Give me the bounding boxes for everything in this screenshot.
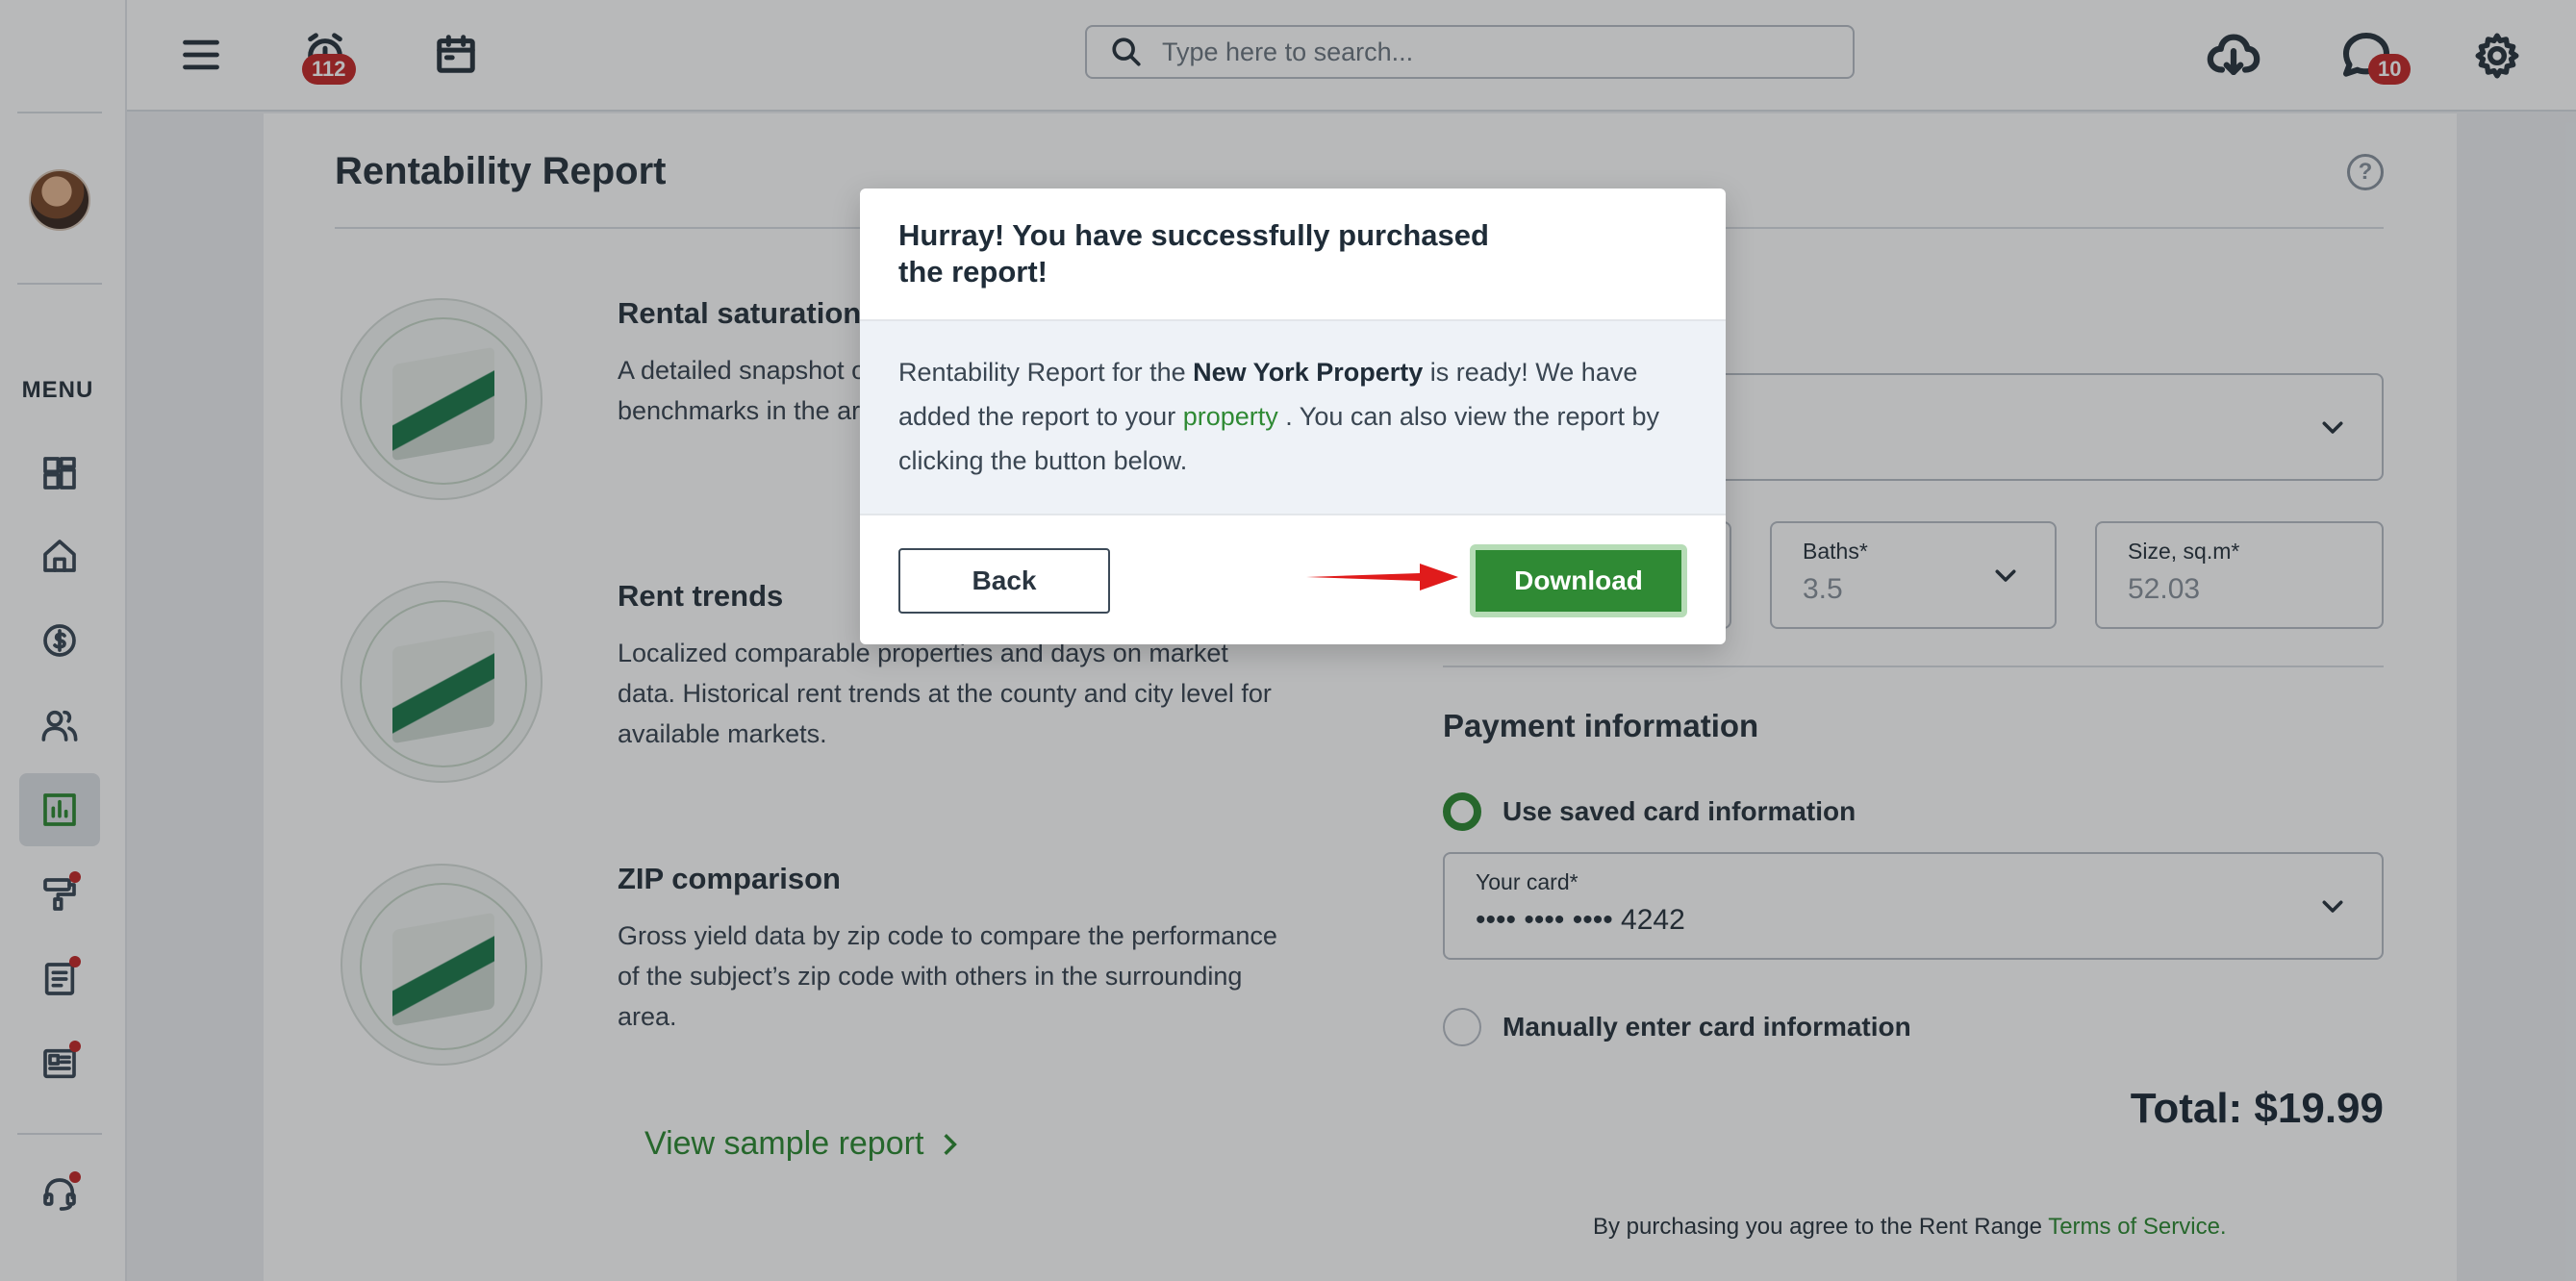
modal-title: Hurray! You have successfully purchased … [898, 218, 1489, 289]
back-button[interactable]: Back [898, 548, 1110, 614]
modal-header: Hurray! You have successfully purchased … [860, 188, 1726, 321]
property-link[interactable]: property [1183, 402, 1278, 431]
modal-text-1: Rentability Report for the [898, 358, 1194, 387]
property-name: New York Property [1193, 358, 1424, 387]
purchase-success-modal: Hurray! You have successfully purchased … [860, 188, 1726, 644]
modal-body: Rentability Report for the New York Prop… [860, 321, 1726, 515]
download-button[interactable]: Download [1470, 544, 1687, 617]
arrow-annotation-icon [1306, 564, 1458, 590]
